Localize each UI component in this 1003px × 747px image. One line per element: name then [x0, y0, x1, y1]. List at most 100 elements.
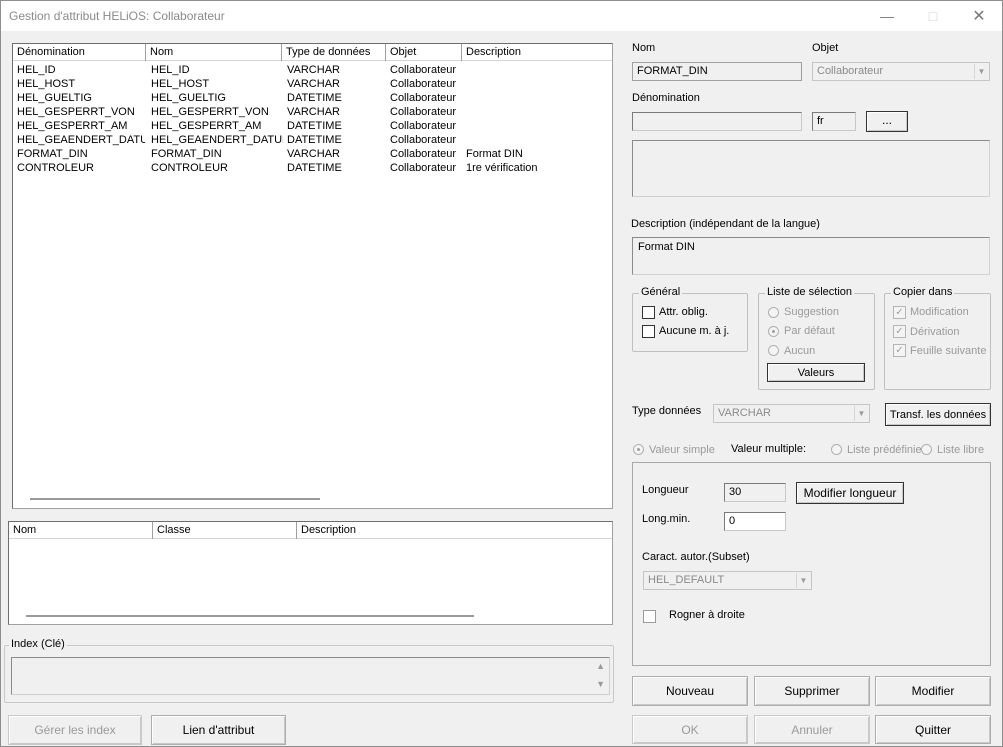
modification-label: Modification — [910, 306, 969, 318]
column-header-object[interactable]: Objet — [386, 44, 462, 61]
table-row[interactable]: FORMAT_DIN FORMAT_DIN VARCHAR Collaborateur… — [13, 147, 612, 161]
suggestion-radio[interactable] — [768, 307, 779, 318]
index-field[interactable]: ▲ ▼ — [11, 657, 610, 695]
close-icon[interactable]: ✕ — [956, 1, 1002, 31]
mandatory-checkbox[interactable] — [642, 306, 655, 319]
none-label: Aucun — [784, 345, 816, 357]
cell-denomination: HEL_GEAENDERT_DATUM — [17, 134, 145, 146]
attribute-link-button[interactable]: Lien d'attribut — [151, 715, 286, 745]
cell-datatype: VARCHAR — [287, 148, 340, 160]
table-row[interactable]: HEL_ID HEL_ID VARCHAR Collaborateur — [13, 63, 612, 77]
general-title: Général — [639, 286, 683, 298]
min-length-label: Long.min. — [642, 513, 691, 525]
minimize-icon[interactable]: — — [864, 1, 910, 31]
free-list-radio[interactable] — [921, 444, 932, 455]
selection-list-title: Liste de sélection — [765, 286, 854, 298]
cell-name: HEL_GESPERRT_VON — [151, 106, 269, 118]
class-list-header: Nom Classe Description — [9, 522, 612, 539]
chevron-down-icon: ▼ — [974, 64, 988, 79]
cell-datatype: VARCHAR — [287, 64, 340, 76]
class-list-scrollbar[interactable] — [26, 615, 474, 617]
cell-denomination: HEL_ID — [17, 64, 56, 76]
no-update-checkbox[interactable] — [642, 325, 655, 338]
subset-select[interactable]: HEL_DEFAULT ▼ — [643, 571, 812, 590]
denomination-label: Dénomination — [632, 92, 700, 104]
values-button[interactable]: Valeurs — [767, 363, 865, 382]
attribute-list-scrollbar[interactable] — [30, 498, 320, 500]
window-title: Gestion d'attribut HELiOS: Collaborateur — [9, 9, 225, 23]
column-header-class-description[interactable]: Description — [297, 522, 612, 539]
table-row[interactable]: HEL_GESPERRT_AM HEL_GESPERRT_AM DATETIME Co… — [13, 119, 612, 133]
object-select[interactable]: Collaborateur ▼ — [812, 62, 990, 81]
datatype-select-value: VARCHAR — [718, 407, 771, 419]
ok-button[interactable]: OK — [632, 715, 748, 744]
maximize-icon: □ — [928, 8, 938, 24]
cancel-button[interactable]: Annuler — [754, 715, 870, 744]
predefined-list-label: Liste prédéfinie — [847, 444, 921, 456]
name-label: Nom — [632, 42, 656, 54]
cell-object: Collaborateur — [390, 78, 457, 90]
class-list[interactable]: Nom Classe Description — [8, 521, 613, 625]
modify-button[interactable]: Modifier — [875, 676, 991, 706]
cell-object: Collaborateur — [390, 64, 457, 76]
table-row[interactable]: HEL_GESPERRT_VON HEL_GESPERRT_VON VARCHAR C… — [13, 105, 612, 119]
simple-value-radio[interactable] — [633, 444, 644, 455]
cell-denomination: CONTROLEUR — [17, 162, 95, 174]
length-field[interactable]: 30 — [724, 483, 786, 502]
table-row[interactable]: CONTROLEUR CONTROLEUR DATETIME Collaborateu… — [13, 161, 612, 175]
new-button[interactable]: Nouveau — [632, 676, 748, 706]
min-length-field[interactable]: 0 — [724, 512, 786, 531]
predefined-list-radio[interactable] — [831, 444, 842, 455]
trim-right-checkbox[interactable] — [643, 610, 656, 623]
modification-checkbox[interactable]: ✓ — [893, 306, 906, 319]
default-radio[interactable] — [768, 326, 779, 337]
copy-to-title: Copier dans — [891, 286, 955, 298]
manage-index-button[interactable]: Gérer les index — [8, 715, 142, 745]
title-bar: Gestion d'attribut HELiOS: Collaborateur… — [1, 1, 1002, 31]
quit-button[interactable]: Quitter — [875, 715, 991, 744]
index-label: Index (Clé) — [9, 638, 67, 650]
column-header-name[interactable]: Nom — [146, 44, 282, 61]
delete-button[interactable]: Supprimer — [754, 676, 870, 706]
description-field[interactable]: Format DIN — [632, 237, 990, 275]
cell-denomination: HEL_GESPERRT_VON — [17, 106, 135, 118]
name-field[interactable]: FORMAT_DIN — [632, 62, 802, 81]
denomination-text-area[interactable] — [632, 140, 990, 197]
column-header-class-name[interactable]: Nom — [9, 522, 153, 539]
denomination-field[interactable] — [632, 112, 802, 131]
none-radio[interactable] — [768, 345, 779, 356]
object-select-value: Collaborateur — [817, 65, 884, 77]
chevron-down-icon: ▼ — [796, 573, 810, 588]
modify-length-button[interactable]: Modifier longueur — [796, 482, 904, 504]
datatype-select[interactable]: VARCHAR ▼ — [713, 404, 870, 423]
attribute-list[interactable]: Dénomination Nom Type de données Objet D… — [12, 43, 613, 509]
column-header-datatype[interactable]: Type de données — [282, 44, 386, 61]
column-header-class[interactable]: Classe — [153, 522, 297, 539]
cell-object: Collaborateur — [390, 148, 457, 160]
table-row[interactable]: HEL_HOST HEL_HOST VARCHAR Collaborateur — [13, 77, 612, 91]
scroll-down-icon[interactable]: ▼ — [596, 679, 605, 689]
cell-datatype: DATETIME — [287, 134, 342, 146]
free-list-label: Liste libre — [937, 444, 985, 456]
transform-data-button[interactable]: Transf. les données — [885, 403, 991, 426]
browse-button[interactable]: ... — [866, 111, 908, 132]
derivation-checkbox[interactable]: ✓ — [893, 325, 906, 338]
scroll-up-icon[interactable]: ▲ — [596, 661, 605, 671]
column-header-description[interactable]: Description — [462, 44, 612, 61]
cell-datatype: DATETIME — [287, 120, 342, 132]
default-label: Par défaut — [784, 325, 835, 337]
cell-denomination: HEL_GESPERRT_AM — [17, 120, 128, 132]
table-row[interactable]: HEL_GUELTIG HEL_GUELTIG DATETIME Collaborat… — [13, 91, 612, 105]
cell-object: Collaborateur — [390, 92, 457, 104]
language-field[interactable]: fr — [812, 112, 856, 131]
cell-description: Format DIN — [466, 148, 523, 160]
suggestion-label: Suggestion — [784, 306, 840, 318]
next-sheet-checkbox[interactable]: ✓ — [893, 344, 906, 357]
cell-denomination: FORMAT_DIN — [17, 148, 88, 160]
cell-name: FORMAT_DIN — [151, 148, 222, 160]
column-header-denomination[interactable]: Dénomination — [13, 44, 146, 61]
no-update-label: Aucune m. à j. — [659, 325, 730, 337]
attribute-management-window: Gestion d'attribut HELiOS: Collaborateur… — [0, 0, 1003, 747]
table-row[interactable]: HEL_GEAENDERT_DATUM HEL_GEAENDERT_DATUM DA… — [13, 133, 612, 147]
cell-object: Collaborateur — [390, 120, 457, 132]
